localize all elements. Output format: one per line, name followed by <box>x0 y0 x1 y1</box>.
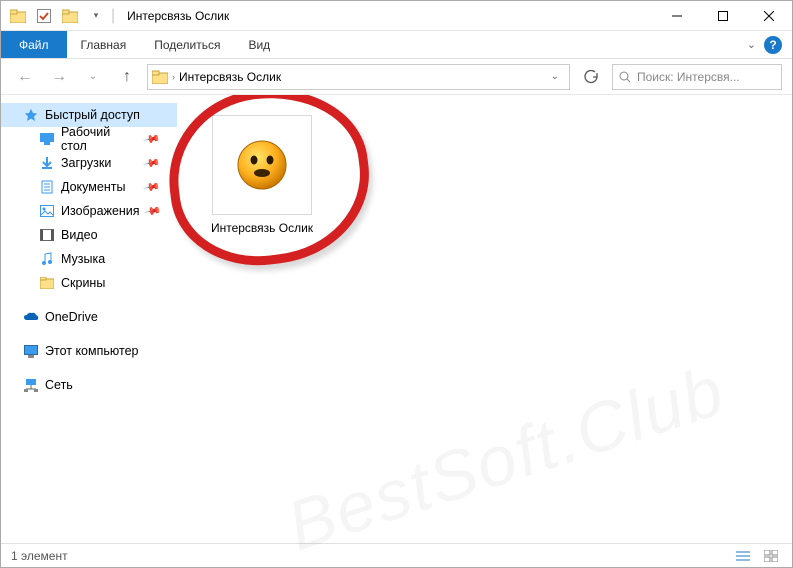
status-item-count: 1 элемент <box>11 549 68 563</box>
folder-icon <box>7 5 29 27</box>
status-bar: 1 элемент <box>1 543 792 567</box>
tab-home[interactable]: Главная <box>67 31 141 58</box>
nav-back-button[interactable]: ← <box>11 63 39 91</box>
window-controls <box>654 1 792 31</box>
sidebar-item-downloads[interactable]: Загрузки 📌 <box>1 151 177 175</box>
sidebar-item-screenshots[interactable]: Скрины <box>1 271 177 295</box>
address-bar-row: ← → ⌄ ↑ › Интерсвязь Ослик ⌄ Поиск: Инте… <box>1 59 792 95</box>
ribbon-tabs: Файл Главная Поделиться Вид ⌄ ? <box>1 31 792 59</box>
sidebar-item-videos[interactable]: Видео <box>1 223 177 247</box>
explorer-body: Быстрый доступ Рабочий стол 📌 Загрузки 📌… <box>1 95 792 543</box>
this-pc-icon <box>23 343 39 359</box>
onedrive-icon <box>23 309 39 325</box>
tab-file[interactable]: Файл <box>1 31 67 58</box>
pin-icon: 📌 <box>143 202 162 221</box>
details-view-button[interactable] <box>732 547 754 565</box>
sidebar-item-label: Скрины <box>61 276 105 290</box>
sidebar-item-quick-access[interactable]: Быстрый доступ <box>1 103 177 127</box>
properties-checkbox-icon[interactable] <box>33 5 55 27</box>
sidebar-item-label: Изображения <box>61 204 140 218</box>
nav-forward-button[interactable]: → <box>45 63 73 91</box>
navigation-pane: Быстрый доступ Рабочий стол 📌 Загрузки 📌… <box>1 95 177 543</box>
quick-access-toolbar: ▾ | Интерсвязь Ослик <box>1 5 229 27</box>
sidebar-item-documents[interactable]: Документы 📌 <box>1 175 177 199</box>
sidebar-item-label: Рабочий стол <box>61 125 139 153</box>
maximize-button[interactable] <box>700 1 746 31</box>
pin-icon: 📌 <box>143 178 162 197</box>
sidebar-item-label: OneDrive <box>45 310 98 324</box>
chevron-right-icon[interactable]: › <box>172 72 175 82</box>
tab-share[interactable]: Поделиться <box>140 31 234 58</box>
pin-icon: 📌 <box>143 154 162 173</box>
video-icon <box>39 227 55 243</box>
folder-icon <box>39 275 55 291</box>
folder-icon-small <box>59 5 81 27</box>
sidebar-item-label: Этот компьютер <box>45 344 138 358</box>
ribbon-expand-icon[interactable]: ⌄ <box>747 38 756 51</box>
download-icon <box>39 155 55 171</box>
minimize-button[interactable] <box>654 1 700 31</box>
breadcrumb-segment[interactable]: Интерсвязь Ослик <box>179 70 281 84</box>
close-button[interactable] <box>746 1 792 31</box>
sidebar-item-label: Сеть <box>45 378 73 392</box>
large-icons-view-button[interactable] <box>760 547 782 565</box>
network-icon <box>23 377 39 393</box>
file-name: Интерсвязь Ослик <box>211 221 313 235</box>
sidebar-item-label: Музыка <box>61 252 105 266</box>
explorer-window: ▾ | Интерсвязь Ослик Файл Главная Подели… <box>0 0 793 568</box>
desktop-icon <box>39 131 55 147</box>
folder-icon <box>152 70 168 84</box>
search-icon <box>619 71 631 83</box>
breadcrumb[interactable]: › Интерсвязь Ослик ⌄ <box>147 64 570 90</box>
pin-icon: 📌 <box>143 130 162 149</box>
sidebar-item-desktop[interactable]: Рабочий стол 📌 <box>1 127 177 151</box>
star-icon <box>23 107 39 123</box>
tab-view[interactable]: Вид <box>234 31 284 58</box>
sidebar-item-label: Быстрый доступ <box>45 108 140 122</box>
refresh-button[interactable] <box>576 64 606 90</box>
window-title: Интерсвязь Ослик <box>127 9 229 23</box>
search-input[interactable]: Поиск: Интерсвя... <box>612 64 782 90</box>
qat-dropdown-icon[interactable]: ▾ <box>85 5 107 27</box>
content-pane[interactable]: Интерсвязь Ослик <box>177 95 792 543</box>
music-icon <box>39 251 55 267</box>
sidebar-item-label: Видео <box>61 228 98 242</box>
sidebar-item-label: Загрузки <box>61 156 111 170</box>
sidebar-item-label: Документы <box>61 180 125 194</box>
sidebar-item-pictures[interactable]: Изображения 📌 <box>1 199 177 223</box>
sidebar-item-network[interactable]: Сеть <box>1 373 177 397</box>
file-item[interactable]: Интерсвязь Ослик <box>207 115 317 235</box>
nav-recent-dropdown[interactable]: ⌄ <box>79 63 107 91</box>
title-bar: ▾ | Интерсвязь Ослик <box>1 1 792 31</box>
pictures-icon <box>39 203 55 219</box>
search-placeholder: Поиск: Интерсвя... <box>637 70 740 84</box>
help-icon[interactable]: ? <box>764 36 782 54</box>
sidebar-item-onedrive[interactable]: OneDrive <box>1 305 177 329</box>
sidebar-item-this-pc[interactable]: Этот компьютер <box>1 339 177 363</box>
document-icon <box>39 179 55 195</box>
breadcrumb-dropdown-icon[interactable]: ⌄ <box>551 71 559 82</box>
file-thumbnail <box>212 115 312 215</box>
nav-up-button[interactable]: ↑ <box>113 63 141 91</box>
sidebar-item-music[interactable]: Музыка <box>1 247 177 271</box>
